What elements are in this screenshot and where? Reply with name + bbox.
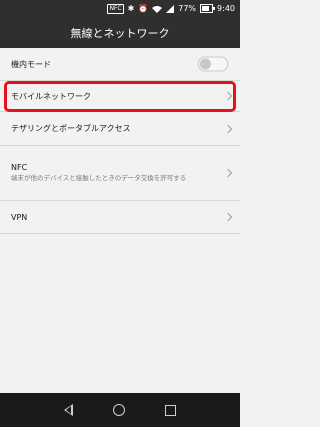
airplane-mode-toggle[interactable] [198,56,228,72]
battery-percent: 77% [178,4,197,13]
settings-item-vpn[interactable]: VPN [0,201,240,234]
settings-item-tethering[interactable]: テザリングとポータブルアクセス [0,112,240,146]
settings-item-airplane-mode[interactable]: 機内モード [0,48,240,81]
clock-time: 9:40 [217,4,235,13]
bluetooth-off-icon: ✱ [127,4,135,13]
wifi-icon [152,5,163,13]
signal-icon [166,4,175,13]
alarm-icon: ⏰ [138,4,149,13]
status-bar: NFC ✱ ⏰ 77% 9:40 [0,0,240,17]
nfc-icon: NFC [107,3,124,14]
app-header: 無線とネットワーク [0,17,240,48]
status-icons: NFC ✱ ⏰ 77% 9:40 [107,0,235,17]
settings-item-label: NFC [11,163,28,172]
highlight-frame [4,81,236,112]
page-title: 無線とネットワーク [70,26,170,40]
toggle-knob [200,58,211,70]
settings-item-description: 端末が他のデバイスと接触したときのデータ交換を許可する [11,174,187,182]
settings-item-nfc[interactable]: NFC 端末が他のデバイスと接触したときのデータ交換を許可する [0,146,240,201]
home-icon[interactable] [113,404,125,416]
battery-icon [200,4,216,13]
recent-apps-icon[interactable] [165,404,176,416]
navigation-bar [0,393,240,427]
back-icon[interactable] [64,404,73,416]
settings-item-label: VPN [11,212,28,222]
settings-item-label: テザリングとポータブルアクセス [11,124,131,133]
settings-list: 機内モード モバイルネットワーク テザリングとポータブルアクセス NFC 端末が… [0,48,240,234]
